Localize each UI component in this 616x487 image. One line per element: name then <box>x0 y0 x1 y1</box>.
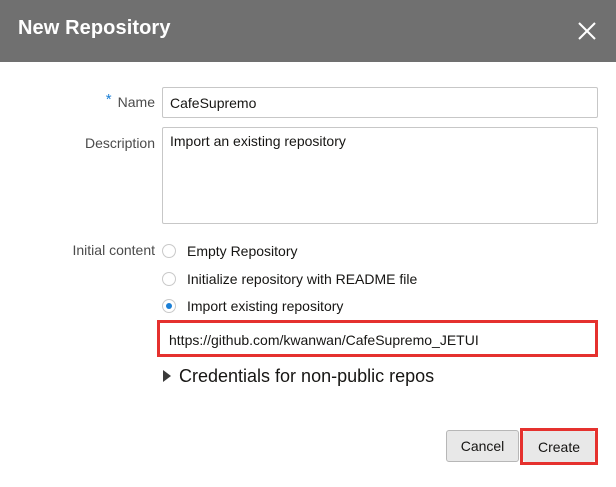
required-marker: * <box>105 91 112 108</box>
name-label: * Name <box>5 91 155 111</box>
new-repository-dialog: New Repository * Name Description Import … <box>0 0 616 487</box>
expand-triangle-icon <box>163 370 171 382</box>
radio-initialize-readme[interactable]: Initialize repository with README file <box>162 269 417 289</box>
url-highlight-box <box>157 320 598 357</box>
radio-button-selected[interactable] <box>162 299 176 313</box>
description-label: Description <box>84 135 155 151</box>
radio-import-existing[interactable]: Import existing repository <box>162 296 343 316</box>
radio-button[interactable] <box>162 244 176 258</box>
create-highlight-box <box>520 428 598 465</box>
radio-label: Initialize repository with README file <box>187 271 418 287</box>
credentials-label: Credentials for non-public repos <box>179 365 435 386</box>
name-input[interactable] <box>162 87 598 118</box>
name-label-text: Name <box>117 94 155 110</box>
close-icon <box>576 20 598 42</box>
credentials-toggle[interactable]: Credentials for non-public repos <box>163 365 434 387</box>
description-textarea[interactable]: Import an existing repository <box>162 127 598 224</box>
radio-label: Empty Repository <box>187 243 298 259</box>
radio-label: Import existing repository <box>187 298 344 314</box>
radio-button[interactable] <box>162 272 176 286</box>
cancel-button[interactable]: Cancel <box>446 430 519 462</box>
close-button[interactable] <box>576 20 598 42</box>
initial-content-label: Initial content <box>72 242 156 258</box>
radio-empty-repository[interactable]: Empty Repository <box>162 241 297 261</box>
dialog-titlebar: New Repository <box>0 0 616 62</box>
dialog-title: New Repository <box>18 17 171 39</box>
